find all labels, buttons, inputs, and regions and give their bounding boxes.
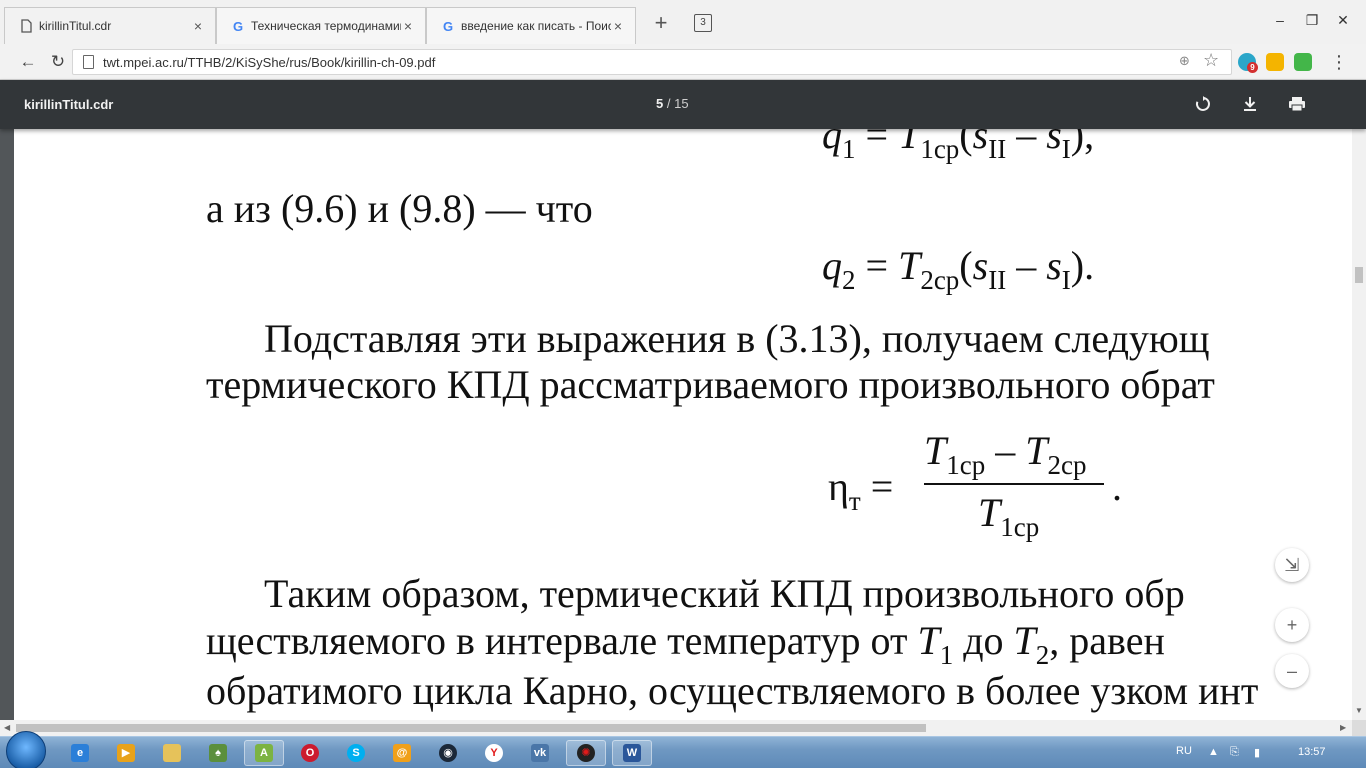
text-line-3: термического КПД рассматриваемого произв… <box>206 362 1215 407</box>
list-extension-icon[interactable] <box>1294 53 1312 71</box>
formula-eta-denominator: T1ср <box>978 490 1040 542</box>
vertical-scroll-thumb[interactable] <box>1355 267 1363 283</box>
tab-close-icon[interactable]: × <box>191 18 205 34</box>
bookmark-star-icon[interactable]: ☆ <box>1203 50 1219 71</box>
folder-icon[interactable] <box>152 740 192 766</box>
page-info-icon[interactable] <box>83 55 94 69</box>
windows-taskbar: e ▶ ♠ A O S @ ◉ Y vk ✺ W RU ▲ ⎘ ▮ 13:57 <box>0 731 1366 768</box>
fraction-bar <box>924 483 1104 485</box>
document-icon <box>19 19 33 33</box>
tab-close-icon[interactable]: × <box>401 18 415 34</box>
formula-q2: q2 = T2ср(sII – sI). <box>822 243 1095 295</box>
scroll-right-icon[interactable]: ▶ <box>1340 723 1346 732</box>
start-button[interactable] <box>6 731 46 768</box>
zoom-icon[interactable]: ⊕ <box>1179 53 1190 69</box>
browser-toolbar: ← ↻ twt.mpei.ac.ru/TTHB/2/KiSyShe/rus/Bo… <box>0 44 1366 80</box>
page-separator: / <box>666 96 671 111</box>
text-line-2: Подставляя эти выражения в (3.13), получ… <box>264 316 1210 361</box>
tab-title: введение как писать - Поиск в <box>461 19 611 33</box>
address-bar[interactable]: twt.mpei.ac.ru/TTHB/2/KiSyShe/rus/Book/k… <box>72 49 1232 75</box>
back-arrow-icon[interactable]: ← <box>16 50 40 74</box>
steam-icon[interactable]: ◉ <box>428 740 468 766</box>
rotate-icon[interactable] <box>1191 92 1215 116</box>
tab-search[interactable]: G введение как писать - Поиск в × <box>426 7 636 44</box>
tab-thermodynamics[interactable]: G Техническая термодинамика - × <box>216 7 426 44</box>
page-total: 15 <box>674 96 689 111</box>
scroll-corner <box>1352 720 1366 736</box>
tab-title: Техническая термодинамика - <box>251 19 401 33</box>
google-g-icon: G <box>232 18 244 34</box>
skype-icon[interactable]: S <box>336 740 376 766</box>
text-line-5: ществляемого в интервале температур от T… <box>206 618 1165 670</box>
extension-badge: 9 <box>1247 62 1258 73</box>
formula-eta-lhs: ηт = <box>828 464 894 516</box>
android-icon[interactable]: A <box>244 740 284 766</box>
horizontal-scrollbar[interactable]: ◀ ▶ <box>0 720 1352 736</box>
text-line-6: обратимого цикла Карно, осуществляемого … <box>206 668 1259 713</box>
tab-counter-badge[interactable]: 3 <box>694 14 712 32</box>
close-window-icon[interactable]: ✕ <box>1335 12 1351 30</box>
network-icon[interactable]: ⎘ <box>1230 746 1239 759</box>
zoom-out-button[interactable]: – <box>1275 654 1309 688</box>
opera-icon[interactable]: O <box>290 740 330 766</box>
formula-eta-numerator: T1ср – T2ср <box>924 428 1087 480</box>
url-text[interactable]: twt.mpei.ac.ru/TTHB/2/KiSyShe/rus/Book/k… <box>103 55 435 70</box>
formula-eta-end: . <box>1112 464 1122 509</box>
ie-icon[interactable]: e <box>60 740 100 766</box>
tab-title: kirillinTitul.cdr <box>39 19 112 33</box>
media-player-icon[interactable]: ▶ <box>106 740 146 766</box>
scroll-down-icon[interactable]: ▼ <box>1355 706 1363 715</box>
word-icon[interactable]: W <box>612 740 652 766</box>
download-icon[interactable] <box>1238 92 1262 116</box>
games-icon[interactable]: ♠ <box>198 740 238 766</box>
pdf-title: kirillinTitul.cdr <box>24 97 114 112</box>
pdf-page: q1 = T1ср(sII – sI), а из (9.6) и (9.8) … <box>14 112 1352 720</box>
text-line-4: Таким образом, термический КПД произволь… <box>264 571 1185 616</box>
horizontal-scroll-thumb[interactable] <box>16 724 926 732</box>
extension-icon[interactable]: 9 <box>1238 53 1258 73</box>
chrome-menu-icon[interactable]: ⋮ <box>1330 50 1348 74</box>
chat-extension-icon[interactable] <box>1266 53 1284 71</box>
tray-expand-icon[interactable]: ▲ <box>1208 746 1219 758</box>
pdf-viewport[interactable]: q1 = T1ср(sII – sI), а из (9.6) и (9.8) … <box>0 80 1352 720</box>
mail-icon[interactable]: @ <box>382 740 422 766</box>
page-current[interactable]: 5 <box>656 96 663 111</box>
text-line-1: а из (9.6) и (9.8) — что <box>206 186 593 231</box>
pdf-toolbar: kirillinTitul.cdr 5 / 15 <box>0 80 1366 129</box>
clock[interactable]: 13:57 <box>1298 746 1326 758</box>
browser-tab-strip: kirillinTitul.cdr × G Техническая термод… <box>0 0 1366 44</box>
yandex-icon[interactable]: Y <box>474 740 514 766</box>
language-indicator[interactable]: RU <box>1176 745 1192 757</box>
zoom-in-button[interactable]: + <box>1275 608 1309 642</box>
google-g-icon: G <box>442 18 454 34</box>
minimize-icon[interactable]: – <box>1272 12 1288 30</box>
vk-icon[interactable]: vk <box>520 740 560 766</box>
page-indicator[interactable]: 5 / 15 <box>656 96 689 111</box>
new-tab-button[interactable]: + <box>652 12 670 34</box>
print-icon[interactable] <box>1285 92 1309 116</box>
tab-kirillintitul[interactable]: kirillinTitul.cdr × <box>4 7 216 44</box>
media-icon[interactable]: ✺ <box>566 740 606 766</box>
fit-page-icon[interactable]: ⇲ <box>1275 548 1309 582</box>
reload-icon[interactable]: ↻ <box>46 50 70 74</box>
tab-close-icon[interactable]: × <box>611 18 625 34</box>
signal-icon[interactable]: ▮ <box>1254 746 1260 759</box>
scroll-left-icon[interactable]: ◀ <box>4 723 10 732</box>
vertical-scrollbar[interactable]: ▲ ▼ <box>1352 80 1366 720</box>
restore-icon[interactable]: ❐ <box>1304 12 1320 30</box>
